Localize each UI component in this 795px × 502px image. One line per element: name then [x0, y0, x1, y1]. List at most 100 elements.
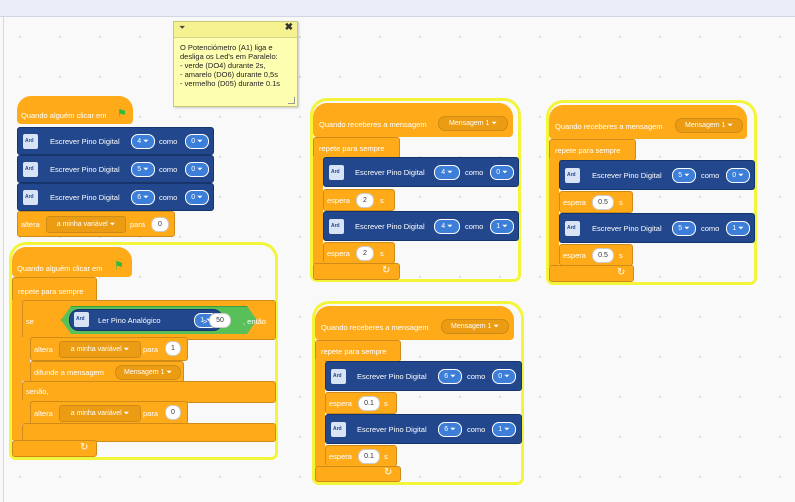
write-digital-block-1[interactable]: Ard Escrever Pino Digital 4 ⏷ como 0 ⏷: [17, 127, 214, 155]
broadcast-block[interactable]: difunde a mensagem Mensagem 1 ⏷: [30, 361, 184, 383]
hat-receive-message-block[interactable]: Quando receberes a mensagem Mensagem 1 ⏷: [313, 103, 513, 137]
wait-input[interactable]: 0.1: [358, 396, 380, 411]
value-dropdown[interactable]: 1 ⏷: [492, 422, 516, 437]
wait-input[interactable]: 0.1: [358, 449, 380, 464]
forever-loop-arm: [12, 300, 22, 440]
hat-label: Quando receberes a mensagem: [321, 323, 429, 332]
block-label: Escrever Pino Digital: [50, 193, 120, 202]
pin-dropdown[interactable]: 4 ⏷: [131, 134, 155, 149]
arduino-extension-icon: Ard: [23, 134, 38, 149]
forever-loop-block[interactable]: repete para sempre: [315, 340, 401, 362]
write-digital-block[interactable]: Ard Escrever Pino Digital 5 ⏷ como 0 ⏷: [559, 160, 755, 190]
write-digital-block[interactable]: Ard Escrever Pino Digital 4 ⏷ como 0 ⏷: [323, 157, 519, 187]
comment-note-text[interactable]: O Potenciómetro (A1) liga e desliga os L…: [174, 38, 297, 93]
set-variable-block[interactable]: altera a minha variável ⏷ para 1: [30, 337, 188, 361]
wait-block[interactable]: espera 0.1 s: [325, 445, 397, 467]
arduino-extension-icon: Ard: [565, 221, 580, 236]
hat-green-flag-block[interactable]: Quando alguém clicar em ⚑: [17, 96, 133, 124]
arduino-extension-icon: Ard: [331, 422, 346, 437]
block-label: Escrever Pino Digital: [355, 168, 425, 177]
wait-input[interactable]: 2: [356, 193, 374, 208]
top-bar: [0, 0, 795, 17]
pin-dropdown[interactable]: 6 ⏷: [438, 422, 462, 437]
block-label: Escrever Pino Digital: [357, 425, 427, 434]
comment-note-header[interactable]: ⏷ ✖: [174, 22, 297, 38]
value-input[interactable]: 1: [165, 341, 181, 356]
comment-note[interactable]: ⏷ ✖ O Potenciómetro (A1) liga e desliga …: [173, 21, 298, 107]
forever-loop-bottom: ↻: [12, 440, 97, 457]
write-digital-block[interactable]: Ard Escrever Pino Digital 6 ⏷ como 1 ⏷: [325, 414, 522, 444]
value-dropdown[interactable]: 1 ⏷: [726, 221, 750, 236]
value-input[interactable]: 0: [151, 217, 169, 232]
block-label: s: [619, 198, 623, 207]
block-label: como: [465, 168, 484, 177]
write-digital-block[interactable]: Ard Escrever Pino Digital 6 ⏷ como 0 ⏷: [325, 361, 522, 391]
block-label: como: [701, 171, 720, 180]
block-label: s: [619, 251, 623, 260]
pin-dropdown[interactable]: 5 ⏷: [672, 168, 696, 183]
arduino-extension-icon: Ard: [74, 312, 89, 327]
pin-dropdown[interactable]: 5 ⏷: [131, 162, 155, 177]
value-dropdown[interactable]: 0 ⏷: [726, 168, 750, 183]
block-label: senão,: [26, 387, 49, 396]
write-digital-block[interactable]: Ard Escrever Pino Digital 5 ⏷ como 1 ⏷: [559, 213, 755, 243]
threshold-input[interactable]: 50: [209, 313, 231, 328]
if-else-block[interactable]: se Ard Ler Pino Analógico 1 ⏷ > 50 , ent…: [22, 300, 276, 340]
wait-block[interactable]: espera 0.5 s: [559, 191, 633, 213]
pin-dropdown[interactable]: 6 ⏷: [438, 369, 462, 384]
message-dropdown[interactable]: Mensagem 1 ⏷: [438, 116, 508, 131]
wait-block[interactable]: espera 0.1 s: [325, 392, 397, 414]
hat-receive-message-block[interactable]: Quando receberes a mensagem Mensagem 1 ⏷: [549, 105, 747, 139]
block-label: como: [159, 165, 178, 174]
message-dropdown[interactable]: Mensagem 1 ⏷: [675, 118, 743, 133]
set-variable-block[interactable]: altera a minha variável ⏷ para 0: [17, 211, 175, 237]
value-dropdown[interactable]: 1 ⏷: [490, 219, 514, 234]
variable-dropdown[interactable]: a minha variável ⏷: [46, 216, 126, 233]
wait-block[interactable]: espera 0.5 s: [559, 244, 633, 266]
write-digital-block-2[interactable]: Ard Escrever Pino Digital 5 ⏷ como 0 ⏷: [17, 155, 214, 183]
write-digital-block-3[interactable]: Ard Escrever Pino Digital 6 ⏷ como 0 ⏷: [17, 183, 214, 211]
hat-receive-message-block[interactable]: Quando receberes a mensagem Mensagem 1 ⏷: [315, 306, 514, 340]
block-label: espera: [327, 249, 350, 258]
value-dropdown[interactable]: 0 ⏷: [185, 134, 209, 149]
close-icon[interactable]: ✖: [285, 22, 293, 33]
block-label: s: [380, 196, 384, 205]
pin-dropdown[interactable]: 4 ⏷: [434, 165, 460, 180]
wait-input[interactable]: 0.5: [592, 195, 614, 210]
variable-dropdown[interactable]: a minha variável ⏷: [59, 341, 141, 358]
hat-green-flag-block[interactable]: Quando alguém clicar em ⚑: [12, 247, 132, 277]
value-dropdown[interactable]: 0 ⏷: [492, 369, 516, 384]
variable-dropdown[interactable]: a minha variável ⏷: [59, 405, 141, 422]
wait-input[interactable]: 2: [356, 246, 374, 261]
arduino-extension-icon: Ard: [565, 168, 580, 183]
wait-input[interactable]: 0.5: [592, 248, 614, 263]
pin-dropdown[interactable]: 4 ⏷: [434, 219, 460, 234]
wait-block[interactable]: espera 2 s: [323, 242, 395, 264]
block-label: Ler Pino Analógico: [98, 316, 161, 325]
collapse-icon[interactable]: ⏷: [179, 23, 185, 33]
analog-read-reporter[interactable]: Ard Ler Pino Analógico 1 ⏷: [69, 309, 223, 331]
resize-handle-icon[interactable]: [288, 97, 295, 104]
arduino-extension-icon: Ard: [23, 162, 38, 177]
block-label: altera: [21, 220, 40, 229]
value-dropdown[interactable]: 0 ⏷: [185, 162, 209, 177]
forever-loop-block[interactable]: repete para sempre: [313, 137, 400, 159]
value-dropdown[interactable]: 0 ⏷: [490, 165, 514, 180]
block-label: espera: [329, 452, 352, 461]
message-dropdown[interactable]: Mensagem 1 ⏷: [115, 365, 181, 380]
green-flag-icon: ⚑: [114, 260, 124, 272]
value-dropdown[interactable]: 0 ⏷: [185, 190, 209, 205]
else-bar: senão,: [22, 381, 276, 403]
arduino-extension-icon: Ard: [329, 165, 344, 180]
wait-block[interactable]: espera 2 s: [323, 189, 395, 211]
pin-dropdown[interactable]: 5 ⏷: [672, 221, 696, 236]
forever-loop-arm: [313, 156, 323, 264]
write-digital-block[interactable]: Ard Escrever Pino Digital 4 ⏷ como 1 ⏷: [323, 211, 519, 241]
loop-arrow-icon: ↻: [80, 442, 89, 453]
message-dropdown[interactable]: Mensagem 1 ⏷: [441, 319, 509, 334]
forever-loop-block[interactable]: repete para sempre: [549, 139, 636, 161]
set-variable-block[interactable]: altera a minha variável ⏷ para 0: [30, 401, 188, 425]
pin-dropdown[interactable]: 6 ⏷: [131, 190, 155, 205]
forever-loop-bottom: ↻: [549, 265, 634, 282]
value-input[interactable]: 0: [165, 405, 181, 420]
